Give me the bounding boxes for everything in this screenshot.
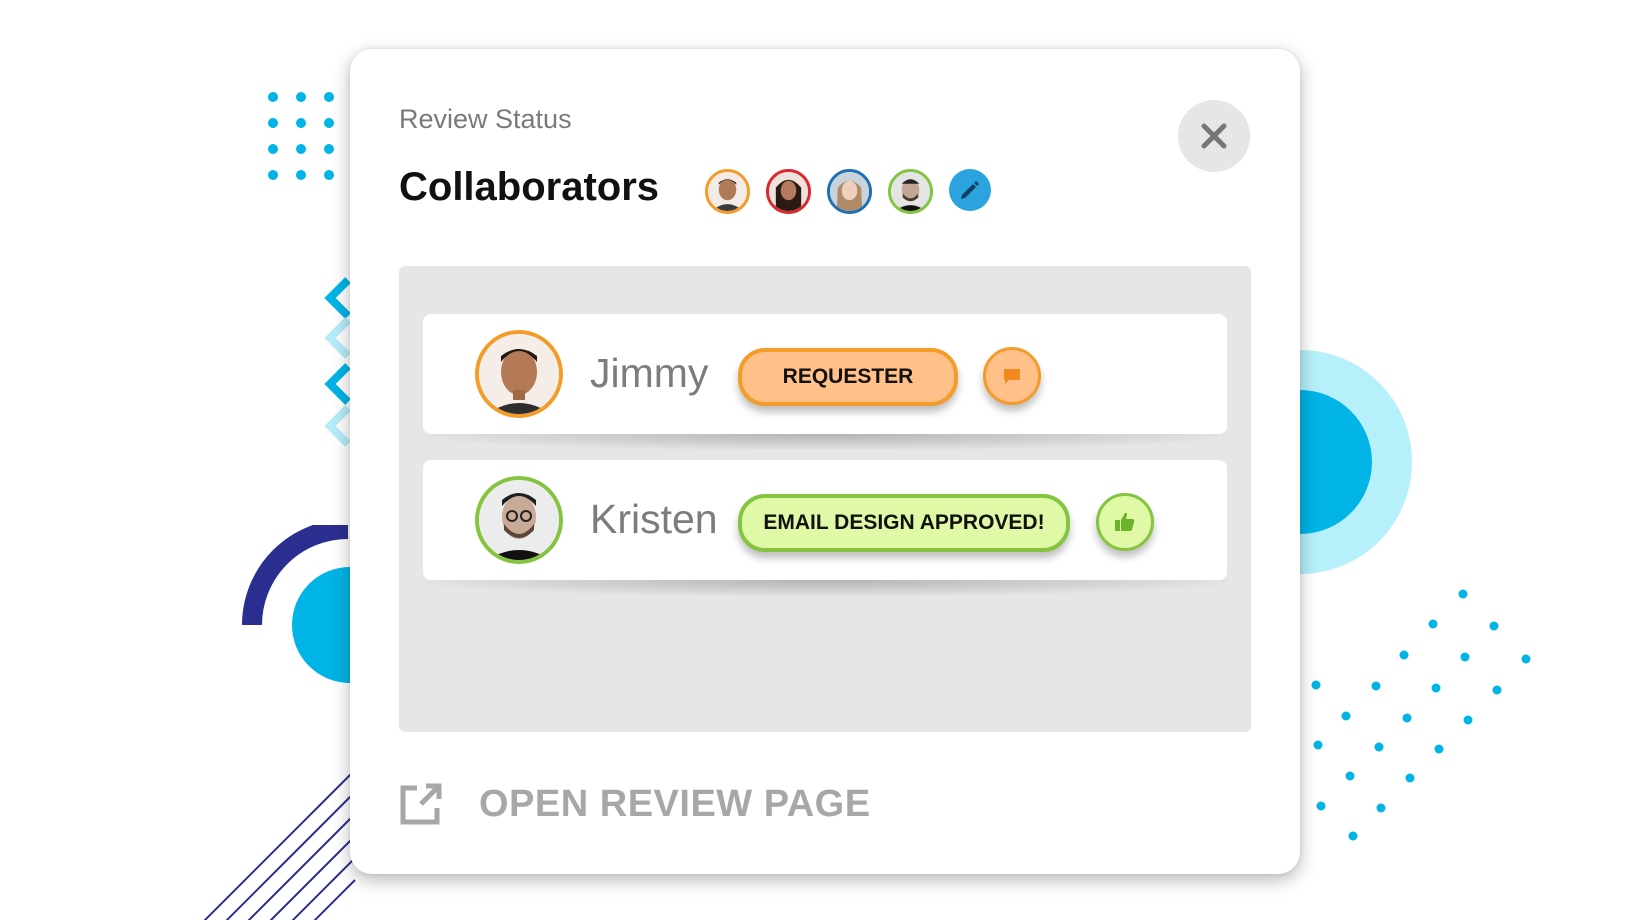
comment-button[interactable] — [983, 347, 1041, 405]
arc-circle-decoration — [242, 525, 360, 683]
person-icon — [830, 172, 869, 211]
status-badge[interactable]: REQUESTER — [738, 348, 958, 406]
close-button[interactable] — [1178, 100, 1250, 172]
comment-icon — [1004, 369, 1020, 384]
list-item: Kristen EMAIL DESIGN APPROVED! — [423, 460, 1227, 580]
list-item: Jimmy REQUESTER — [423, 314, 1227, 434]
collaborator-avatar[interactable] — [827, 169, 872, 214]
pencil-icon — [961, 181, 979, 199]
collaborator-avatar[interactable] — [888, 169, 933, 214]
dot-scatter-decoration — [1311, 589, 1531, 841]
reviewer-name: Kristen — [590, 496, 718, 542]
stage: Review Status Collaborators Jimmy REQUES… — [0, 0, 1640, 920]
collaborator-avatar[interactable] — [705, 169, 750, 214]
dialog-subtitle: Review Status — [399, 104, 572, 134]
row-shadow — [423, 434, 1227, 450]
status-badge-label: REQUESTER — [782, 365, 914, 388]
edit-collaborators-button[interactable] — [949, 169, 991, 211]
avatar — [475, 330, 563, 418]
status-badge-label: EMAIL DESIGN APPROVED! — [763, 511, 1045, 534]
person-icon — [708, 172, 747, 211]
person-icon — [891, 172, 930, 211]
close-icon — [1201, 123, 1227, 149]
approve-button[interactable] — [1096, 493, 1154, 551]
person-icon — [479, 480, 559, 560]
collaborator-avatar-list — [705, 169, 991, 214]
target-circle-decoration — [1290, 350, 1412, 574]
collaborator-avatar[interactable] — [766, 169, 811, 214]
avatar — [475, 476, 563, 564]
reviewers-panel: Jimmy REQUESTER Kristen EMAIL DESIGN APP… — [399, 266, 1251, 732]
person-icon — [769, 172, 808, 211]
open-review-page-link[interactable]: OPEN REVIEW PAGE — [399, 782, 871, 826]
reviewer-name: Jimmy — [590, 350, 709, 396]
review-status-dialog: Review Status Collaborators Jimmy REQUES… — [350, 49, 1300, 874]
dot-grid-top-left — [268, 92, 348, 182]
thumbs-up-icon — [1115, 512, 1135, 531]
row-shadow — [423, 580, 1227, 596]
diagonal-lines-decoration — [203, 769, 356, 920]
person-icon — [479, 334, 559, 414]
dialog-title: Collaborators — [399, 165, 660, 209]
external-link-icon — [400, 783, 442, 825]
status-badge[interactable]: EMAIL DESIGN APPROVED! — [738, 494, 1070, 552]
open-review-page-label: OPEN REVIEW PAGE — [479, 782, 871, 825]
